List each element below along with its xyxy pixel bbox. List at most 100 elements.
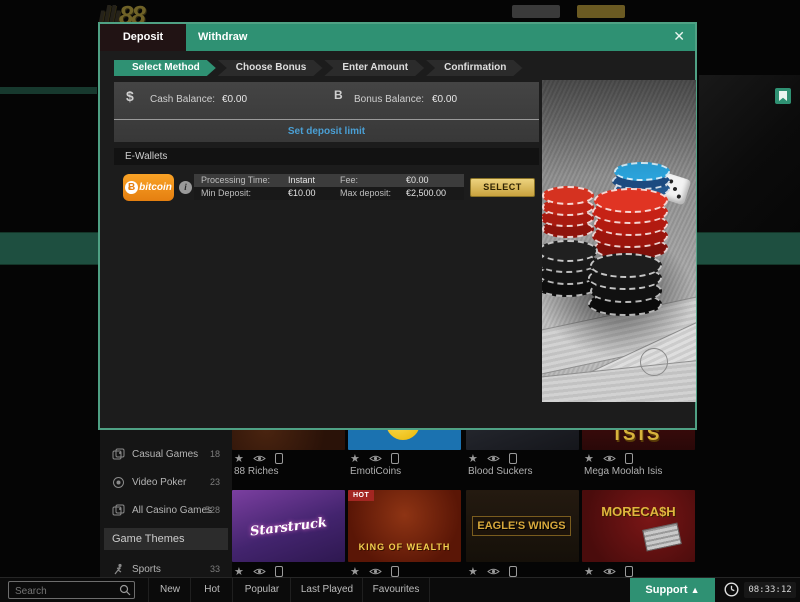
game-actions: ★ xyxy=(468,452,517,464)
bookmark-icon[interactable] xyxy=(775,88,791,104)
nav-hot[interactable]: Hot xyxy=(190,578,233,602)
detail-row: Processing Time: Instant Fee: €0.00 xyxy=(194,174,464,187)
game-actions: ★ xyxy=(350,565,399,577)
select-button[interactable]: SELECT xyxy=(470,178,535,197)
game-actions: ★ xyxy=(584,565,633,577)
game-title: 88 Riches xyxy=(234,466,278,477)
nav-popular[interactable]: Popular xyxy=(232,578,291,602)
game-title: Blood Suckers xyxy=(468,466,532,477)
favourite-star-icon[interactable]: ★ xyxy=(350,452,360,465)
left-banner-strip xyxy=(0,87,97,94)
step-select-method[interactable]: Select Method xyxy=(114,60,216,76)
game-actions: ★ xyxy=(468,565,517,577)
favourite-star-icon[interactable]: ★ xyxy=(234,565,244,578)
page: { "page": { "logo_text": "88" }, "icons"… xyxy=(0,0,800,601)
support-arrow-icon: ▲ xyxy=(691,585,700,595)
mobile-icon[interactable] xyxy=(391,566,399,577)
search-input[interactable] xyxy=(13,582,117,600)
bonus-balance-label: Bonus Balance: xyxy=(354,94,424,105)
hot-badge: HOT xyxy=(348,490,374,501)
preview-eye-icon[interactable] xyxy=(603,454,616,463)
wizard-steps: Select Method Choose Bonus Enter Amount … xyxy=(114,60,524,76)
preview-eye-icon[interactable] xyxy=(253,567,266,576)
info-icon[interactable]: i xyxy=(179,181,192,194)
tile-art-text: EAGLE'S WINGS xyxy=(472,516,571,536)
mobile-icon[interactable] xyxy=(625,453,633,464)
preview-eye-icon[interactable] xyxy=(603,567,616,576)
cash-balance-value: €0.00 xyxy=(222,94,247,105)
preview-eye-icon[interactable] xyxy=(253,454,266,463)
tab-deposit[interactable]: Deposit xyxy=(100,24,186,51)
favourite-star-icon[interactable]: ★ xyxy=(584,565,594,578)
game-actions: ★ xyxy=(234,452,283,464)
header-button-login[interactable] xyxy=(512,5,560,18)
dice-icon xyxy=(112,504,125,517)
bottom-bar: New Hot Popular Last Played Favourites S… xyxy=(0,577,800,602)
game-actions: ★ xyxy=(584,452,633,464)
cash-balance-label: Cash Balance: xyxy=(150,94,215,105)
sidebar: Casual Games 18 Video Poker 23 All Casin… xyxy=(100,430,232,577)
cash-stack xyxy=(642,522,682,551)
sidebar-section-game-themes[interactable]: Game Themes xyxy=(104,528,228,550)
mobile-icon[interactable] xyxy=(509,566,517,577)
preview-eye-icon[interactable] xyxy=(369,454,382,463)
search-icon xyxy=(119,584,131,596)
favourite-star-icon[interactable]: ★ xyxy=(350,565,360,578)
game-title: Mega Moolah Isis xyxy=(584,466,662,477)
sidebar-item-all-casino-games[interactable]: All Casino Games 528 xyxy=(100,499,232,523)
game-tile-eagles-wings[interactable]: EAGLE'S WINGS xyxy=(466,490,579,562)
bitcoin-symbol-icon: Ƀ xyxy=(125,181,138,194)
nav-favourites[interactable]: Favourites xyxy=(362,578,430,602)
mobile-icon[interactable] xyxy=(509,453,517,464)
set-deposit-limit-link[interactable]: Set deposit limit xyxy=(114,126,539,137)
search-box xyxy=(8,581,135,599)
modal-header: Deposit Withdraw ✕ xyxy=(100,24,695,51)
support-button[interactable]: Support ▲ xyxy=(630,578,715,602)
site-logo[interactable]: ıllı88 xyxy=(98,0,248,22)
game-title: EmotiCoins xyxy=(350,466,401,477)
balance-panel: $ Cash Balance: €0.00 B Bonus Balance: €… xyxy=(114,82,539,142)
mobile-icon[interactable] xyxy=(625,566,633,577)
step-choose-bonus[interactable]: Choose Bonus xyxy=(218,60,323,76)
cash-balance-icon: $ xyxy=(126,88,134,104)
mobile-icon[interactable] xyxy=(391,453,399,464)
favourite-star-icon[interactable]: ★ xyxy=(468,565,478,578)
game-tile-morecash[interactable]: MORECA$H xyxy=(582,490,695,562)
bitcoin-logo[interactable]: Ƀ bitcoin xyxy=(123,174,174,201)
favourite-star-icon[interactable]: ★ xyxy=(234,452,244,465)
section-ewallets: E-Wallets xyxy=(114,148,539,165)
game-tile-king-of-wealth[interactable]: HOT KING OF WEALTH xyxy=(348,490,461,562)
session-timer: 08:33:12 xyxy=(744,582,796,598)
poker-chip-icon xyxy=(112,476,125,489)
close-icon[interactable]: ✕ xyxy=(673,28,685,45)
nav-last-played[interactable]: Last Played xyxy=(290,578,363,602)
bonus-balance-value: €0.00 xyxy=(432,94,457,105)
game-tile-starstruck[interactable]: Starstruck xyxy=(232,490,345,562)
dice-icon xyxy=(112,448,125,461)
bonus-balance-icon: B xyxy=(334,88,343,102)
preview-eye-icon[interactable] xyxy=(487,454,500,463)
preview-eye-icon[interactable] xyxy=(369,567,382,576)
nav-new[interactable]: New xyxy=(148,578,191,602)
step-enter-amount[interactable]: Enter Amount xyxy=(324,60,424,76)
tile-art-text: KING OF WEALTH xyxy=(348,542,461,552)
preview-eye-icon[interactable] xyxy=(487,567,500,576)
sidebar-item-casual-games[interactable]: Casual Games 18 xyxy=(100,443,232,467)
favourite-star-icon[interactable]: ★ xyxy=(468,452,478,465)
sidebar-item-video-poker[interactable]: Video Poker 23 xyxy=(100,471,232,495)
payment-method-details: Processing Time: Instant Fee: €0.00 Min … xyxy=(194,174,464,200)
detail-row: Min Deposit: €10.00 Max deposit: €2,500.… xyxy=(194,187,464,200)
favourite-star-icon[interactable]: ★ xyxy=(584,452,594,465)
tile-art-text: MORECA$H xyxy=(582,504,695,519)
clock-icon xyxy=(724,582,739,602)
header-button-register[interactable] xyxy=(577,5,625,18)
tab-withdraw[interactable]: Withdraw xyxy=(198,24,247,51)
mobile-icon[interactable] xyxy=(275,566,283,577)
game-actions: ★ xyxy=(350,452,399,464)
divider xyxy=(114,119,539,120)
casino-chips-photo xyxy=(542,80,696,402)
mobile-icon[interactable] xyxy=(275,453,283,464)
game-actions: ★ xyxy=(234,565,283,577)
runner-icon xyxy=(112,563,125,576)
step-confirmation[interactable]: Confirmation xyxy=(426,60,522,76)
